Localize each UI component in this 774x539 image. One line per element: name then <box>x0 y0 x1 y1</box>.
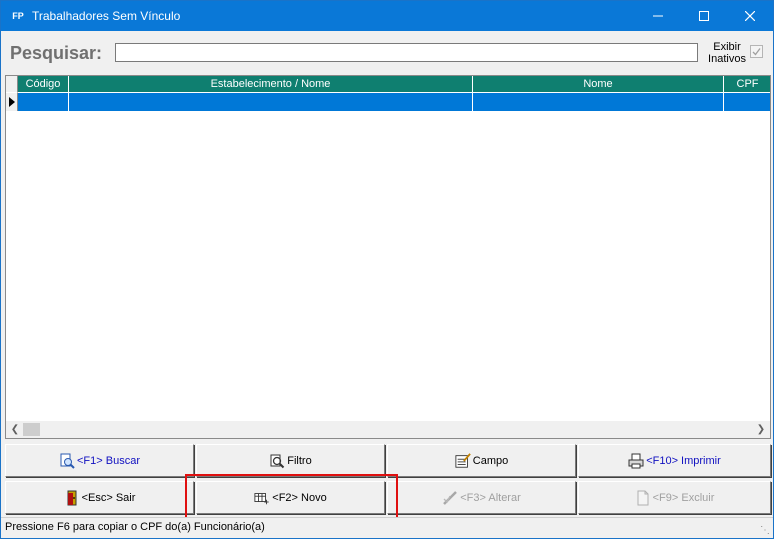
search-input[interactable] <box>115 43 698 62</box>
horizontal-scrollbar[interactable]: ❮ ❯ <box>6 421 770 438</box>
search-doc-icon <box>59 453 75 469</box>
exit-door-icon <box>64 490 80 506</box>
window-title: Trabalhadores Sem Vínculo <box>32 9 181 23</box>
filtro-button[interactable]: Filtro <box>196 444 385 477</box>
current-row-indicator <box>6 93 18 111</box>
column-header-cpf[interactable]: CPF <box>724 76 770 93</box>
status-text: Pressione F6 para copiar o CPF do(a) Fun… <box>5 521 265 533</box>
main-window: FP Trabalhadores Sem Vínculo Pesquisar: … <box>0 0 774 539</box>
minimize-button[interactable] <box>635 1 681 31</box>
search-bar: Pesquisar: Exibir Inativos <box>1 31 773 73</box>
close-icon <box>745 11 755 21</box>
table-row[interactable] <box>6 93 770 111</box>
campo-button[interactable]: Campo <box>387 444 576 477</box>
show-inactive-checkbox[interactable] <box>750 45 763 58</box>
delete-icon <box>635 490 651 506</box>
scroll-left-icon[interactable]: ❮ <box>8 423 22 436</box>
status-bar: Pressione F6 para copiar o CPF do(a) Fun… <box>1 517 773 538</box>
row-pointer-icon <box>8 97 15 107</box>
novo-button[interactable]: <F2> Novo <box>196 481 385 514</box>
column-header-nome[interactable]: Nome <box>473 76 724 93</box>
title-bar[interactable]: FP Trabalhadores Sem Vínculo <box>1 1 773 31</box>
sair-button[interactable]: <Esc> Sair <box>5 481 194 514</box>
imprimir-button[interactable]: <F10> Imprimir <box>578 444 771 477</box>
field-icon <box>455 452 471 469</box>
imprimir-label: <F10> Imprimir <box>646 454 721 467</box>
search-label: Pesquisar: <box>10 43 103 63</box>
printer-icon <box>628 453 644 469</box>
close-button[interactable] <box>727 1 773 31</box>
filtro-label: Filtro <box>287 454 312 467</box>
new-record-icon <box>254 490 270 506</box>
workers-grid[interactable]: Código Estabelecimento / Nome Nome CPF ❮… <box>5 75 771 439</box>
scroll-thumb[interactable] <box>23 423 40 436</box>
alterar-button[interactable]: <F3> Alterar <box>387 481 576 514</box>
checkmark-icon <box>752 48 761 56</box>
excluir-button[interactable]: <F9> Excluir <box>578 481 771 514</box>
alterar-label: <F3> Alterar <box>460 491 521 504</box>
maximize-button[interactable] <box>681 1 727 31</box>
novo-label: <F2> Novo <box>272 491 327 504</box>
sair-label: <Esc> Sair <box>81 491 136 504</box>
row-indicator-header <box>6 76 18 93</box>
app-logo-icon: FP <box>12 11 24 21</box>
cell-nome[interactable] <box>473 93 724 111</box>
cell-codigo[interactable] <box>18 93 69 111</box>
grid-header: Código Estabelecimento / Nome Nome CPF <box>6 76 770 93</box>
resize-grip-icon[interactable]: ⋱ <box>760 525 770 536</box>
cell-estabelecimento[interactable] <box>69 93 473 111</box>
show-inactive-label: Exibir Inativos <box>708 41 746 65</box>
filter-icon <box>269 453 285 469</box>
minimize-icon <box>653 15 663 17</box>
column-header-estabelecimento[interactable]: Estabelecimento / Nome <box>69 76 473 93</box>
buscar-label: <F1> Buscar <box>77 454 140 467</box>
edit-icon <box>442 490 458 506</box>
excluir-label: <F9> Excluir <box>652 491 715 504</box>
scroll-right-icon[interactable]: ❯ <box>754 423 768 436</box>
cell-cpf[interactable] <box>724 93 770 111</box>
maximize-icon <box>699 11 709 21</box>
column-header-codigo[interactable]: Código <box>18 76 69 93</box>
buscar-button[interactable]: <F1> Buscar <box>5 444 194 477</box>
campo-label: Campo <box>472 454 509 467</box>
